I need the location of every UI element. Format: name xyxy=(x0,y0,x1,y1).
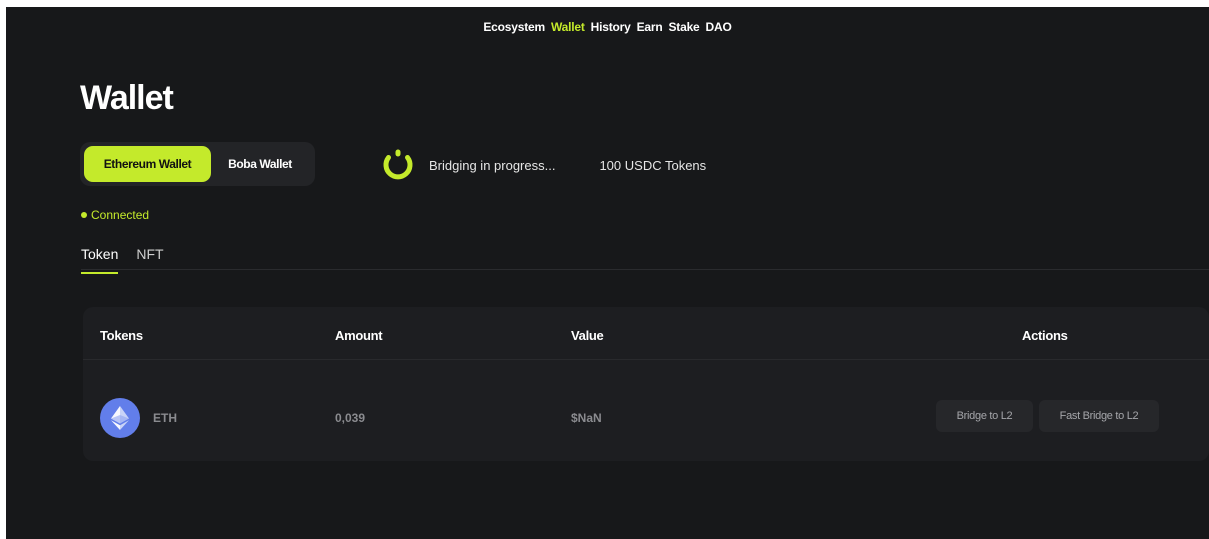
bridging-tokens-text: 100 USDC Tokens xyxy=(599,157,707,173)
nav-earn[interactable]: Earn xyxy=(637,20,663,34)
nav-dao[interactable]: DAO xyxy=(706,20,732,34)
token-amount: 0,039 xyxy=(335,411,366,425)
app-window: Ecosystem Wallet History Earn Stake DAO … xyxy=(6,7,1209,539)
table-row: ETH 0,039 $NaN Bridge to L2 Fast Bridge … xyxy=(83,360,1209,460)
bridge-to-l2-button[interactable]: Bridge to L2 xyxy=(936,400,1033,432)
column-header-value: Value xyxy=(571,328,604,343)
page-title: Wallet xyxy=(80,79,174,117)
fast-bridge-to-l2-button[interactable]: Fast Bridge to L2 xyxy=(1039,400,1159,432)
tabs-divider xyxy=(81,269,1209,270)
column-header-amount: Amount xyxy=(335,328,383,343)
connected-dot-icon xyxy=(81,212,87,218)
boba-wallet-button[interactable]: Boba Wallet xyxy=(211,146,309,182)
connection-status-text: Connected xyxy=(91,208,150,222)
bridging-status-text: Bridging in progress... xyxy=(429,157,556,173)
top-navigation: Ecosystem Wallet History Earn Stake DAO xyxy=(6,20,1209,34)
column-header-tokens: Tokens xyxy=(100,328,143,343)
connection-status: Connected xyxy=(81,208,149,222)
token-symbol: ETH xyxy=(153,411,177,425)
column-header-actions: Actions xyxy=(1022,328,1068,343)
loading-spinner-icon xyxy=(383,149,413,180)
nav-wallet[interactable]: Wallet xyxy=(551,20,585,34)
nav-history[interactable]: History xyxy=(591,20,631,34)
nav-stake[interactable]: Stake xyxy=(669,20,700,34)
nav-ecosystem[interactable]: Ecosystem xyxy=(483,20,545,34)
table-header: Tokens Amount Value Actions xyxy=(83,307,1209,360)
token-table: Tokens Amount Value Actions ETH 0,039 $N… xyxy=(83,307,1209,461)
ethereum-icon xyxy=(100,398,140,438)
token-value: $NaN xyxy=(571,411,602,425)
bridging-status: Bridging in progress... 100 USDC Tokens xyxy=(381,147,706,183)
ethereum-wallet-button[interactable]: Ethereum Wallet xyxy=(84,146,211,182)
wallet-switch: Ethereum Wallet Boba Wallet xyxy=(80,142,315,186)
